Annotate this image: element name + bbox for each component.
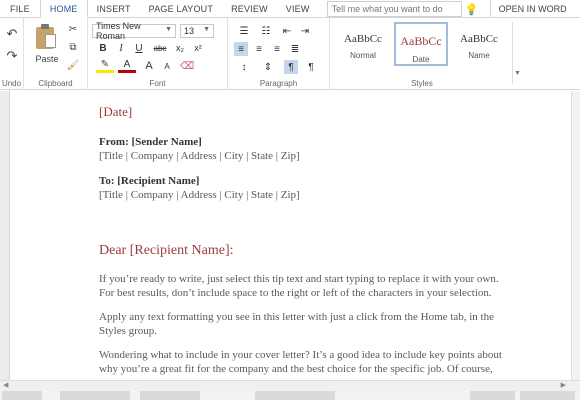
tab-view[interactable]: VIEW xyxy=(277,0,319,17)
tell-me-placeholder: Tell me what you want to do xyxy=(331,4,443,14)
style-date[interactable]: AaBbCc Date xyxy=(394,22,448,66)
clipboard-group: Paste ✂ ⧉ 🖌 Clipboard xyxy=(24,18,88,90)
style-name-style[interactable]: AaBbCc Name xyxy=(452,22,506,66)
subscript-button[interactable]: x₂ xyxy=(172,41,188,55)
shrink-font-button[interactable]: A xyxy=(160,59,174,73)
horizontal-scrollbar[interactable]: ◀ ▶ xyxy=(0,380,580,391)
font-name-dropdown[interactable]: Times New Roman ▼ xyxy=(92,21,176,41)
highlight-icon[interactable]: ✎ xyxy=(96,59,114,73)
letter-date: [Date] xyxy=(99,104,133,119)
tab-file[interactable]: FILE xyxy=(0,0,40,17)
ribbon-tab-bar: FILE HOME INSERT PAGE LAYOUT REVIEW VIEW… xyxy=(0,0,580,18)
ribbon-home: ↶ ↷ Undo Paste ✂ ⧉ 🖌 Clipboard Times New… xyxy=(0,18,580,90)
line-spacing-icon[interactable]: ↕ xyxy=(234,60,254,74)
styles-group: AaBbCc Normal AaBbCc Date AaBbCc Name ▼ … xyxy=(332,18,524,90)
tab-page-layout[interactable]: PAGE LAYOUT xyxy=(140,0,222,17)
paste-icon xyxy=(36,24,58,50)
left-margin-strip xyxy=(0,91,10,380)
sender-name: From: [Sender Name] xyxy=(99,136,202,148)
decrease-indent-icon[interactable]: ⇤ xyxy=(280,24,294,38)
font-name-value: Times New Roman xyxy=(96,21,141,41)
tell-me-search-box[interactable]: Tell me what you want to do 💡 xyxy=(326,1,479,17)
numbering-icon[interactable]: ☷ xyxy=(256,24,276,38)
paragraph-3-line-1: Wondering what to include in your cover … xyxy=(99,349,502,361)
ltr-icon[interactable]: ¶ xyxy=(284,60,298,74)
undo-icon[interactable]: ↶ xyxy=(4,26,20,42)
chevron-down-icon: ▼ xyxy=(203,26,210,33)
underline-button[interactable]: U xyxy=(132,41,146,55)
grow-font-button[interactable]: A xyxy=(142,59,156,73)
scroll-left-icon[interactable]: ◀ xyxy=(3,381,8,389)
tab-review[interactable]: REVIEW xyxy=(222,0,277,17)
document-page[interactable]: [Date] From: [Sender Name] [Title | Comp… xyxy=(11,91,576,380)
clear-formatting-icon[interactable]: ⌫ xyxy=(180,59,194,73)
rtl-icon[interactable]: ¶ xyxy=(304,60,318,74)
tab-insert[interactable]: INSERT xyxy=(88,0,140,17)
italic-button[interactable]: I xyxy=(114,41,128,55)
font-group: Times New Roman ▼ 13 ▼ B I U abc x₂ x² ✎… xyxy=(88,18,228,90)
paragraph-1-line-1: If you’re ready to write, just select th… xyxy=(99,273,499,285)
superscript-button[interactable]: x² xyxy=(190,41,206,55)
style-name: Date xyxy=(412,55,430,64)
paragraph-3-line-2: why you’re a great fit for the company a… xyxy=(99,363,493,375)
copy-icon[interactable]: ⧉ xyxy=(66,40,80,54)
justify-icon[interactable]: ≣ xyxy=(288,42,302,56)
bullets-icon[interactable]: ☰ xyxy=(234,24,254,38)
align-left-icon[interactable]: ≡ xyxy=(234,42,248,56)
paragraph-2-line-1: Apply any text formatting you see in thi… xyxy=(99,311,494,323)
cut-icon[interactable]: ✂ xyxy=(66,22,80,36)
bold-button[interactable]: B xyxy=(96,41,110,55)
tab-home[interactable]: HOME xyxy=(39,0,88,18)
clipboard-group-label: Clipboard xyxy=(38,79,73,88)
strikethrough-button[interactable]: abc xyxy=(150,41,170,55)
open-in-word-button[interactable]: OPEN IN WORD xyxy=(489,0,575,17)
style-sample: AaBbCc xyxy=(400,34,442,48)
format-painter-icon[interactable]: 🖌 xyxy=(66,58,80,72)
align-right-icon[interactable]: ≡ xyxy=(270,42,284,56)
paragraph-1-line-2: For best results, don’t include space to… xyxy=(99,287,492,299)
chevron-down-icon: ▼ xyxy=(514,70,521,77)
font-size-dropdown[interactable]: 13 ▼ xyxy=(180,24,214,38)
paste-label: Paste xyxy=(35,54,59,64)
style-sample: AaBbCc xyxy=(460,33,498,45)
font-color-button[interactable]: A xyxy=(118,59,136,73)
chevron-down-icon: ▼ xyxy=(165,26,172,33)
salutation: Dear [Recipient Name]: xyxy=(99,243,234,258)
font-size-value: 13 xyxy=(184,26,195,36)
style-name: Name xyxy=(468,51,490,60)
status-bar xyxy=(0,391,580,400)
paste-button[interactable]: Paste xyxy=(32,20,62,68)
vertical-scrollbar[interactable] xyxy=(571,91,580,380)
align-center-icon[interactable]: ≡ xyxy=(252,42,266,56)
undo-group-label: Undo xyxy=(1,79,22,88)
increase-indent-icon[interactable]: ⇥ xyxy=(298,24,312,38)
scroll-right-icon[interactable]: ▶ xyxy=(561,381,566,389)
paragraph-group-label: Paragraph xyxy=(259,79,298,88)
recipient-name: To: [Recipient Name] xyxy=(99,175,200,187)
recipient-details: [Title | Company | Address | City | Stat… xyxy=(99,189,300,201)
style-name: Normal xyxy=(350,51,376,60)
redo-icon[interactable]: ↷ xyxy=(4,48,20,64)
style-normal[interactable]: AaBbCc Normal xyxy=(336,22,390,66)
sender-details: [Title | Company | Address | City | Stat… xyxy=(99,150,300,162)
lightbulb-icon: 💡 xyxy=(464,4,479,16)
paragraph-group: ☰ ☷ ⇤ ⇥ ≡ ≡ ≡ ≣ ↕ ⇕ ¶ ¶ Paragraph xyxy=(228,18,330,90)
undo-group: ↶ ↷ Undo xyxy=(0,18,24,90)
paragraph-2-line-2: Styles group. xyxy=(99,325,158,337)
styles-group-label: Styles xyxy=(411,79,433,88)
styles-gallery-scroll[interactable]: ▼ xyxy=(512,22,522,84)
font-group-label: Font xyxy=(149,79,166,88)
style-sample: AaBbCc xyxy=(344,33,382,45)
paragraph-spacing-icon[interactable]: ⇕ xyxy=(258,60,278,74)
